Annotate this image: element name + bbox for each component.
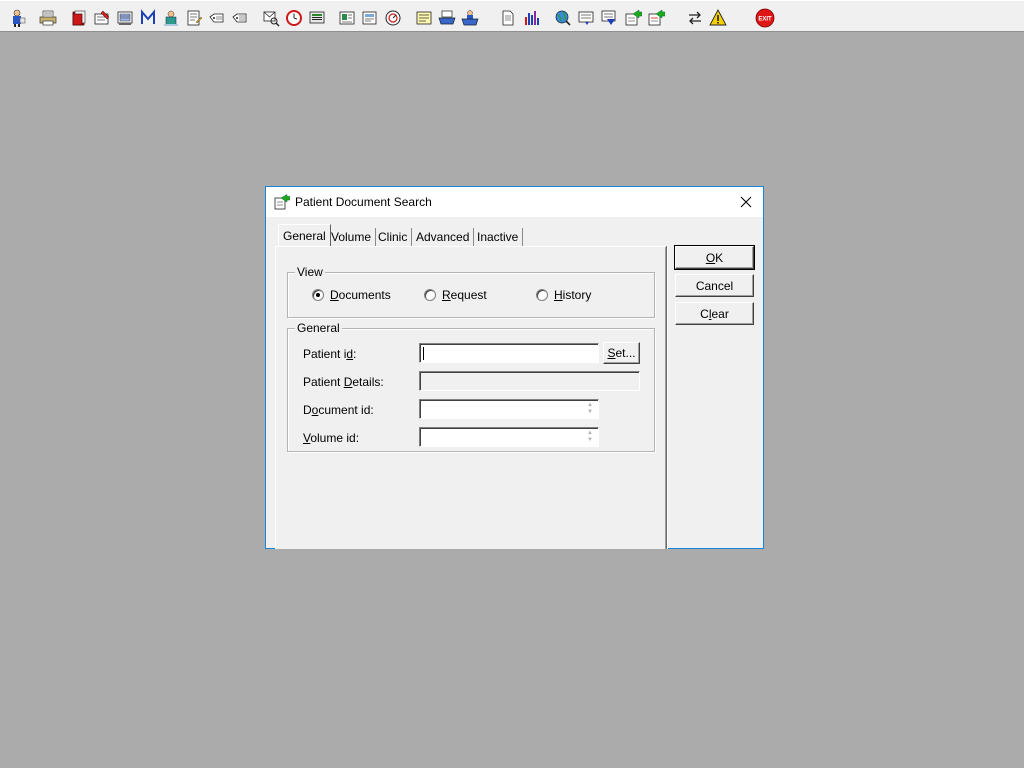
view-group-title: View — [295, 265, 325, 279]
tag-alt-icon[interactable] — [229, 7, 251, 29]
tab-clinic[interactable]: Clinic — [374, 228, 413, 247]
clear-button[interactable]: Cl ear — [675, 302, 754, 325]
svg-text:EXIT: EXIT — [758, 17, 772, 23]
patient-document-search-dialog: Patient Document Search General Volume C… — [265, 186, 764, 549]
document-green-arrow-alt-icon[interactable] — [645, 7, 667, 29]
tray-user-icon[interactable] — [459, 7, 481, 29]
tab-page-general: View Documents Request History General P… — [275, 246, 667, 549]
tab-general[interactable]: General — [278, 224, 331, 247]
form-edit-icon[interactable] — [183, 7, 205, 29]
document-id-spinner[interactable]: ▲ ▼ — [583, 401, 597, 417]
envelope-search-icon[interactable] — [260, 7, 282, 29]
dialog-title-bar[interactable]: Patient Document Search — [266, 187, 763, 217]
patient-id-input[interactable] — [419, 343, 599, 363]
tag-icon[interactable] — [206, 7, 228, 29]
close-button[interactable] — [735, 192, 757, 212]
radio-history-indicator[interactable] — [536, 289, 548, 301]
form-list-icon[interactable] — [575, 7, 597, 29]
close-icon — [740, 196, 752, 208]
clock-icon[interactable] — [283, 7, 305, 29]
swap-arrows-icon[interactable] — [684, 7, 706, 29]
dialog-title: Patient Document Search — [295, 195, 432, 209]
exit-icon[interactable]: EXIT — [754, 7, 776, 29]
id-card-icon[interactable] — [336, 7, 358, 29]
general-group: General Patient id: Set... Patient Detai… — [287, 321, 655, 452]
volume-id-input[interactable]: ▲ ▼ — [419, 427, 599, 447]
page-icon[interactable] — [497, 7, 519, 29]
view-group: View Documents Request History — [287, 265, 655, 318]
text-caret — [423, 347, 424, 360]
tab-inactive[interactable]: Inactive — [473, 228, 524, 247]
tray-icon[interactable] — [436, 7, 458, 29]
user-admin-icon[interactable] — [6, 7, 28, 29]
main-toolbar: EXIT — [0, 0, 1024, 32]
general-group-title: General — [295, 321, 342, 335]
note-icon[interactable] — [413, 7, 435, 29]
gauge-icon[interactable] — [382, 7, 404, 29]
tab-advanced[interactable]: Advanced — [412, 228, 475, 247]
monitor-icon[interactable] — [306, 7, 328, 29]
document-id-label: Document id: — [303, 403, 374, 417]
radio-history-label: History — [554, 288, 592, 302]
patient-id-label: Patient id: — [303, 347, 357, 361]
radio-request-label: Request — [442, 288, 487, 302]
doctor-icon[interactable] — [160, 7, 182, 29]
radio-documents-indicator[interactable] — [312, 289, 324, 301]
document-check-icon[interactable] — [359, 7, 381, 29]
vertical-separator — [666, 246, 668, 549]
patient-details-label: Patient Details: — [303, 375, 384, 389]
app-document-icon — [274, 194, 291, 213]
mail-m-icon[interactable] — [137, 7, 159, 29]
radio-documents-label: Documents — [330, 288, 391, 302]
scanner-icon[interactable] — [114, 7, 136, 29]
warning-icon[interactable] — [707, 7, 729, 29]
document-green-arrow-icon[interactable] — [622, 7, 644, 29]
document-id-input[interactable]: ▲ ▼ — [419, 399, 599, 419]
set-button[interactable]: Set... — [603, 342, 640, 364]
radio-documents[interactable]: Documents — [312, 288, 391, 302]
folder-edit-icon[interactable] — [91, 7, 113, 29]
bar-chart-icon[interactable] — [521, 7, 543, 29]
volume-id-label: Volume id: — [303, 431, 360, 445]
radio-history[interactable]: History — [536, 288, 591, 302]
radio-request[interactable]: Request — [424, 288, 487, 302]
globe-search-icon[interactable] — [552, 7, 574, 29]
cancel-button[interactable]: Cancel — [675, 274, 754, 297]
patient-details-field — [419, 371, 640, 391]
form-down-icon[interactable] — [598, 7, 620, 29]
red-book-icon[interactable] — [68, 7, 90, 29]
ok-button[interactable]: OK — [674, 245, 755, 270]
volume-id-spinner[interactable]: ▲ ▼ — [583, 429, 597, 445]
printer-icon[interactable] — [37, 7, 59, 29]
tab-volume[interactable]: Volume — [327, 228, 377, 247]
radio-request-indicator[interactable] — [424, 289, 436, 301]
